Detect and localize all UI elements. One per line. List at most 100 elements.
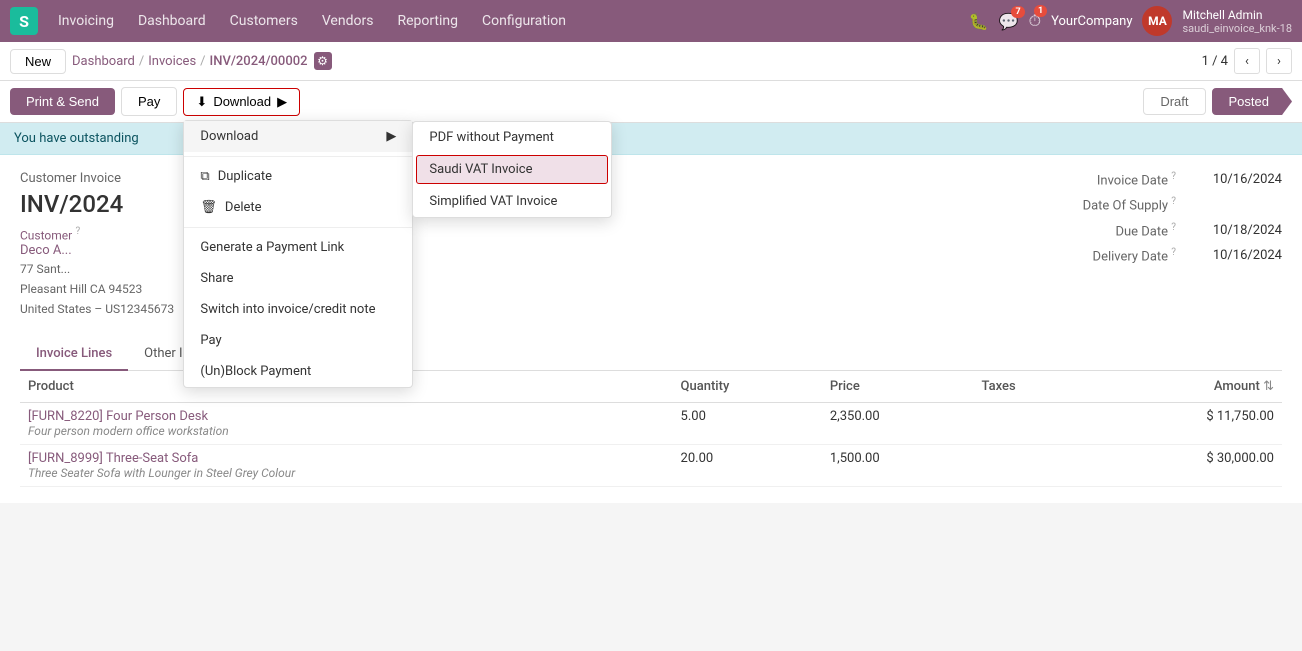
nav-customers[interactable]: Customers	[220, 9, 308, 33]
tab-invoice-lines[interactable]: Invoice Lines	[20, 338, 128, 371]
delete-item[interactable]: 🗑 Delete	[184, 192, 412, 223]
col-quantity: Quantity	[673, 371, 822, 403]
timer-badge: 1	[1034, 5, 1047, 17]
download-label-text: Download	[200, 129, 258, 144]
customer-label: Customer	[20, 228, 72, 242]
status-buttons: Draft Posted	[1143, 88, 1292, 115]
invoice-table: Product Quantity Price Taxes Amount ⇅ [F…	[20, 371, 1282, 487]
submenu-arrow-icon: ▶	[386, 129, 396, 144]
address-line3: United States – US12345673	[20, 300, 174, 318]
page-indicator: 1 / 4	[1202, 54, 1228, 69]
company-name: YourCompany	[1051, 14, 1132, 29]
customer-name[interactable]: Deco A...	[20, 243, 174, 258]
saudi-vat-item[interactable]: Saudi VAT Invoice	[416, 155, 608, 184]
duplicate-item[interactable]: ⧉ Duplicate	[184, 161, 412, 192]
download-menu: Download ▶ PDF without Payment Saudi VAT…	[183, 120, 413, 388]
nav-configuration[interactable]: Configuration	[472, 9, 576, 33]
col-taxes: Taxes	[974, 371, 1090, 403]
pagination: 1 / 4 ‹ ›	[1202, 48, 1292, 74]
duplicate-label: Duplicate	[218, 169, 272, 184]
product-name-1[interactable]: [FURN_8220] Four Person Desk	[28, 409, 665, 424]
nav-dashboard[interactable]: Dashboard	[128, 9, 216, 33]
quantity-cell-1[interactable]: 5.00	[673, 403, 822, 445]
due-date-value[interactable]: 10/18/2024	[1192, 223, 1282, 238]
timer-icon[interactable]: ⏱ 1	[1029, 11, 1041, 31]
quantity-cell-2[interactable]: 20.00	[673, 445, 822, 487]
chat-badge: 7	[1011, 6, 1024, 18]
address-line2: Pleasant Hill CA 94523	[20, 280, 174, 298]
invoice-date-row: Invoice Date ? 10/16/2024	[1056, 171, 1282, 188]
product-cell-1: [FURN_8220] Four Person Desk Four person…	[20, 403, 673, 445]
bug-icon[interactable]: 🐛	[969, 12, 989, 31]
download-label: Download	[213, 94, 271, 109]
duplicate-icon: ⧉	[200, 169, 209, 184]
breadcrumb: Dashboard / Invoices / INV/2024/00002 ⚙	[72, 52, 331, 70]
table-row: [FURN_8999] Three-Seat Sofa Three Seater…	[20, 445, 1282, 487]
nav-invoicing[interactable]: Invoicing	[48, 9, 124, 33]
topnav-right: 🐛 💬 7 ⏱ 1 YourCompany MA Mitchell Admin …	[969, 6, 1292, 36]
product-name-2[interactable]: [FURN_8999] Three-Seat Sofa	[28, 451, 665, 466]
delivery-date-value[interactable]: 10/16/2024	[1192, 248, 1282, 263]
unblock-item[interactable]: (Un)Block Payment	[184, 356, 412, 387]
switch-invoice-item[interactable]: Switch into invoice/credit note	[184, 294, 412, 325]
due-date-label: Due Date ?	[1056, 222, 1176, 239]
col-amount: Amount ⇅	[1089, 371, 1282, 403]
new-button[interactable]: New	[10, 49, 66, 74]
pay-button[interactable]: Pay	[121, 87, 177, 116]
amount-cell-2: $ 30,000.00	[1089, 445, 1282, 487]
invoice-left: Customer Invoice INV/2024 Customer ? Dec…	[20, 171, 174, 318]
breadcrumb-dashboard[interactable]: Dashboard	[72, 54, 135, 69]
download-item-container: Download ▶	[184, 121, 412, 152]
outstanding-text: You have outstanding	[14, 131, 139, 146]
gear-icon[interactable]: ⚙	[314, 52, 332, 70]
address-line1: 77 Sant...	[20, 260, 174, 278]
simplified-vat-item[interactable]: Simplified VAT Invoice	[413, 186, 611, 217]
invoice-date-label: Invoice Date ?	[1056, 171, 1176, 188]
product-desc-1: Four person modern office workstation	[28, 424, 665, 438]
download-menu-item-pdf[interactable]: Download ▶ PDF without Payment Saudi VAT…	[184, 121, 412, 152]
invoice-type: Customer Invoice	[20, 171, 174, 186]
chat-icon[interactable]: 💬 7	[999, 12, 1019, 31]
download-submenu: PDF without Payment Saudi VAT Invoice Si…	[412, 121, 612, 218]
delivery-date-label: Delivery Date ?	[1056, 247, 1176, 264]
breadcrumb-sep2: /	[200, 54, 205, 69]
col-price: Price	[822, 371, 974, 403]
price-cell-2[interactable]: 1,500.00	[822, 445, 974, 487]
nav-vendors[interactable]: Vendors	[312, 9, 384, 33]
user-name: Mitchell Admin	[1182, 8, 1292, 22]
table-row: [FURN_8220] Four Person Desk Four person…	[20, 403, 1282, 445]
pay-menu-item[interactable]: Pay	[184, 325, 412, 356]
invoice-number: INV/2024	[20, 190, 174, 218]
column-adjust-icon[interactable]: ⇅	[1263, 379, 1274, 394]
status-draft-button[interactable]: Draft	[1143, 88, 1205, 115]
breadcrumb-sep1: /	[139, 54, 144, 69]
print-send-button[interactable]: Print & Send	[10, 88, 115, 115]
download-button[interactable]: ⬇ Download ▶	[183, 88, 300, 116]
page-prev-button[interactable]: ‹	[1234, 48, 1260, 74]
breadcrumb-bar: New Dashboard / Invoices / INV/2024/0000…	[0, 42, 1302, 81]
taxes-cell-1[interactable]	[974, 403, 1090, 445]
status-posted-button[interactable]: Posted	[1212, 88, 1292, 115]
product-cell-2: [FURN_8999] Three-Seat Sofa Three Seater…	[20, 445, 673, 487]
app-logo[interactable]: S	[10, 7, 38, 35]
top-navigation: S Invoicing Dashboard Customers Vendors …	[0, 0, 1302, 42]
avatar[interactable]: MA	[1142, 6, 1172, 36]
menu-divider1	[184, 156, 412, 157]
user-info: Mitchell Admin saudi_einvoice_knk-18	[1182, 8, 1292, 35]
delivery-date-row: Delivery Date ? 10/16/2024	[1056, 247, 1282, 264]
payment-link-item[interactable]: Generate a Payment Link	[184, 232, 412, 263]
date-of-supply-label: Date Of Supply ?	[1056, 196, 1176, 213]
download-arrow-icon: ▶	[277, 94, 287, 110]
invoice-date-value[interactable]: 10/16/2024	[1192, 172, 1282, 187]
menu-divider2	[184, 227, 412, 228]
download-icon: ⬇	[196, 94, 207, 110]
page-next-button[interactable]: ›	[1266, 48, 1292, 74]
nav-reporting[interactable]: Reporting	[387, 9, 468, 33]
pdf-no-payment-item[interactable]: PDF without Payment	[413, 122, 611, 153]
share-item[interactable]: Share	[184, 263, 412, 294]
customer-section: Customer ? Deco A... 77 Sant... Pleasant…	[20, 226, 174, 318]
price-cell-1[interactable]: 2,350.00	[822, 403, 974, 445]
action-bar: Print & Send Pay ⬇ Download ▶ Download ▶…	[0, 81, 1302, 123]
breadcrumb-invoices[interactable]: Invoices	[148, 54, 196, 69]
taxes-cell-2[interactable]	[974, 445, 1090, 487]
